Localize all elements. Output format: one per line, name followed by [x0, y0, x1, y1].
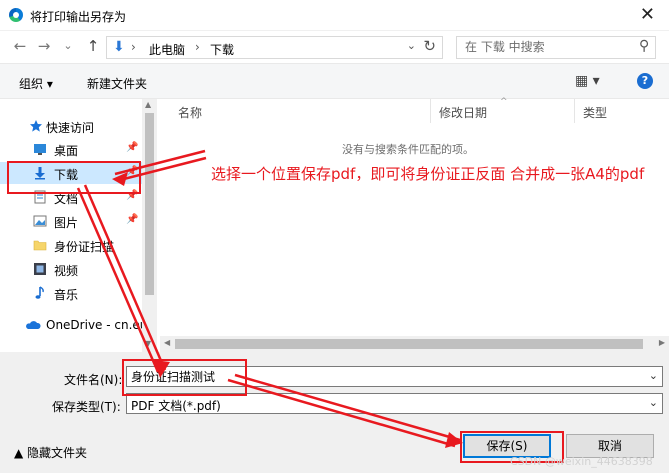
sidebar-item-label: 桌面	[54, 144, 79, 158]
close-icon[interactable]: ✕	[640, 4, 655, 25]
column-header-modified[interactable]: 修改日期	[439, 104, 487, 121]
search-box[interactable]: ⚲	[456, 36, 656, 59]
scrollbar-thumb[interactable]	[145, 113, 154, 295]
sidebar-item-label: 音乐	[54, 288, 79, 302]
view-options-icon[interactable]: ▦ ▾	[575, 73, 600, 89]
desktop-icon	[34, 144, 46, 155]
address-dropdown-icon[interactable]: ⌄	[407, 39, 416, 52]
scroll-down-icon[interactable]: ▼	[145, 339, 151, 348]
filetype-value: PDF 文档(*.pdf)	[131, 399, 221, 413]
breadcrumb-this-pc[interactable]: 此电脑	[149, 41, 185, 58]
forward-arrow-icon[interactable]: →	[35, 37, 53, 55]
scroll-right-icon[interactable]: ▶	[659, 338, 665, 347]
empty-message: 没有与搜索条件匹配的项。	[342, 143, 474, 156]
organize-menu[interactable]: 组织 ▾	[19, 75, 53, 92]
star-icon	[30, 120, 42, 132]
help-icon[interactable]: ?	[637, 73, 653, 89]
filename-label: 文件名(N):	[64, 373, 123, 387]
new-folder-button[interactable]: 新建文件夹	[87, 75, 147, 92]
picture-icon	[33, 215, 47, 227]
scroll-left-icon[interactable]: ◀	[164, 338, 170, 347]
column-divider[interactable]	[430, 99, 431, 123]
navigation-pane: 快速访问 桌面 📌 下载 📌 文档 📌 图片 📌 身份证扫描 视频 音乐 One…	[0, 99, 157, 352]
scroll-up-icon[interactable]: ▲	[145, 100, 151, 109]
sidebar-item-quick-access[interactable]: 快速访问	[0, 115, 142, 137]
sidebar-item-label: OneDrive - cn.eu	[46, 318, 148, 332]
search-input[interactable]	[465, 40, 625, 54]
watermark: CSDN @weixin_44638398	[510, 455, 653, 468]
chevron-right-icon[interactable]: ›	[195, 40, 200, 54]
pin-icon: 📌	[126, 142, 139, 153]
filetype-select[interactable]: PDF 文档(*.pdf) ⌄	[126, 393, 663, 414]
pin-icon: 📌	[126, 214, 139, 225]
sidebar-item-label: 身份证扫描	[54, 240, 115, 254]
refresh-icon[interactable]: ↻	[423, 37, 436, 55]
chevron-down-icon[interactable]: ⌄	[649, 369, 658, 382]
download-icon: ⬇	[113, 39, 125, 55]
breadcrumb-downloads[interactable]: 下载	[210, 41, 234, 58]
command-toolbar: 组织 ▾ 新建文件夹 ▦ ▾ ?	[0, 63, 669, 99]
back-arrow-icon[interactable]: ←	[11, 37, 29, 55]
recent-locations-icon[interactable]: ⌄	[59, 39, 77, 52]
file-list[interactable]: 名称 ^ 修改日期 类型 没有与搜索条件匹配的项。	[160, 97, 669, 352]
up-arrow-icon[interactable]: ↑	[84, 37, 102, 55]
sidebar-item-pictures[interactable]: 图片 📌	[0, 210, 142, 232]
search-icon[interactable]: ⚲	[639, 38, 649, 54]
sidebar-item-label: 图片	[54, 216, 79, 230]
filetype-label: 保存类型(T):	[52, 400, 121, 414]
sort-caret-icon: ^	[500, 97, 508, 107]
column-header-type[interactable]: 类型	[583, 104, 607, 121]
sidebar-item-label: 快速访问	[46, 121, 95, 135]
sidebar-scrollbar[interactable]: ▲ ▼	[142, 99, 157, 352]
window-title: 将打印输出另存为	[30, 10, 127, 24]
hide-folders-toggle[interactable]: ▲ 隐藏文件夹	[14, 444, 87, 461]
column-header-name[interactable]: 名称	[178, 104, 202, 121]
sidebar-item-label: 视频	[54, 264, 79, 278]
edge-icon	[9, 8, 23, 22]
annotation-box-filename	[122, 359, 247, 396]
horizontal-scrollbar[interactable]: ◀ ▶	[160, 336, 669, 352]
music-icon	[35, 286, 44, 299]
sidebar-item-music[interactable]: 音乐	[0, 282, 142, 304]
sidebar-item-onedrive[interactable]: OneDrive - cn.eu	[0, 314, 147, 336]
address-bar[interactable]: ⬇ › 此电脑 › 下载 ⌄ ↻	[106, 36, 443, 59]
annotation-box-downloads	[7, 161, 141, 194]
cloud-icon	[26, 321, 41, 329]
column-divider[interactable]	[574, 99, 575, 123]
annotation-text: 选择一个位置保存pdf，即可将身份证正反面 合并成一张A4的pdf	[211, 165, 645, 183]
title-bar: 将打印输出另存为 ✕	[0, 0, 669, 31]
sidebar-item-id-scan[interactable]: 身份证扫描	[0, 234, 142, 256]
sidebar-item-videos[interactable]: 视频	[0, 258, 142, 280]
chevron-right-icon[interactable]: ›	[131, 40, 136, 54]
chevron-down-icon[interactable]: ⌄	[649, 396, 658, 409]
folder-icon	[33, 240, 47, 251]
video-icon	[34, 263, 46, 275]
scrollbar-thumb[interactable]	[175, 339, 643, 349]
sidebar-item-desktop[interactable]: 桌面 📌	[0, 138, 142, 160]
